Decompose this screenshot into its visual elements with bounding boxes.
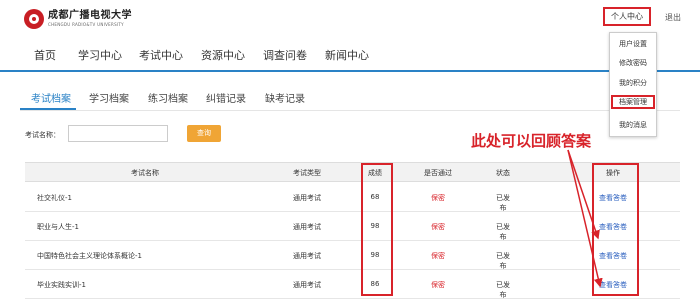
dropdown-item-my-messages[interactable]: 我的消息 xyxy=(610,120,656,130)
score-column-highlight xyxy=(361,163,393,296)
logo-emblem-icon xyxy=(24,9,44,29)
exam-name-cell: 毕业实践实训-1 xyxy=(37,281,86,289)
page: 成都广播电视大学 CHENGDU RADIO&TV UNIVERSITY 个人中… xyxy=(0,0,700,303)
column-header-passed: 是否通过 xyxy=(424,169,452,177)
tab-correction-records[interactable]: 纠错记录 xyxy=(206,90,246,105)
exam-type-cell: 通用考试 xyxy=(293,252,321,260)
dropdown-item-user-settings[interactable]: 用户设置 xyxy=(610,39,656,49)
nav-item-news-center[interactable]: 新闻中心 xyxy=(325,47,369,63)
exam-name-cell: 职业与人生-1 xyxy=(37,223,79,231)
exam-name-cell: 中国特色社会主义理论体系概论-1 xyxy=(37,252,142,260)
passed-cell: 保密 xyxy=(431,281,445,289)
tab-practice-archive[interactable]: 练习档案 xyxy=(148,90,188,105)
table-header: 考试名称 考试类型 成绩 是否通过 状态 操作 xyxy=(25,162,680,182)
column-header-status: 状态 xyxy=(496,169,510,177)
table-row: 职业与人生-1 通用考试 98 保密 已发布 查看答卷 xyxy=(25,212,680,241)
status-cell: 已发布 xyxy=(496,223,510,241)
exam-type-cell: 通用考试 xyxy=(293,281,321,289)
passed-cell: 保密 xyxy=(431,194,445,202)
nav-item-survey[interactable]: 调查问卷 xyxy=(263,47,307,63)
tab-divider xyxy=(20,110,680,111)
university-logo[interactable]: 成都广播电视大学 CHENGDU RADIO&TV UNIVERSITY xyxy=(24,8,132,30)
exam-type-cell: 通用考试 xyxy=(293,194,321,202)
logout-link[interactable]: 退出 xyxy=(665,12,681,23)
nav-item-exam-center[interactable]: 考试中心 xyxy=(139,47,183,63)
nav-item-resource-center[interactable]: 资源中心 xyxy=(201,47,245,63)
exam-name-label: 考试名称： xyxy=(25,131,60,139)
table-row: 社交礼仪-1 通用考试 68 保密 已发布 查看答卷 xyxy=(25,183,680,212)
dropdown-item-archive-management[interactable]: 档案管理 xyxy=(611,95,655,109)
logo-text: 成都广播电视大学 CHENGDU RADIO&TV UNIVERSITY xyxy=(48,11,132,27)
table-row: 中国特色社会主义理论体系概论-1 通用考试 98 保密 已发布 查看答卷 xyxy=(25,241,680,270)
status-cell: 已发布 xyxy=(496,281,510,299)
exam-name-cell: 社交礼仪-1 xyxy=(37,194,72,202)
status-cell: 已发布 xyxy=(496,252,510,270)
dropdown-item-change-password[interactable]: 修改密码 xyxy=(610,58,656,68)
logo-title-en: CHENGDU RADIO&TV UNIVERSITY xyxy=(48,22,124,27)
column-header-exam-type: 考试类型 xyxy=(293,169,321,177)
dropdown-item-my-points[interactable]: 我的积分 xyxy=(610,78,656,88)
query-button[interactable]: 查询 xyxy=(187,125,221,142)
column-header-exam-name: 考试名称 xyxy=(131,169,159,177)
table-row: 毕业实践实训-1 通用考试 86 保密 已发布 查看答卷 xyxy=(25,270,680,299)
review-answers-annotation: 此处可以回顾答案 xyxy=(471,132,592,150)
nav-item-home[interactable]: 首页 xyxy=(34,47,56,63)
passed-cell: 保密 xyxy=(431,252,445,260)
passed-cell: 保密 xyxy=(431,223,445,231)
action-column-highlight xyxy=(592,163,639,296)
user-center-button[interactable]: 个人中心 xyxy=(603,7,651,26)
user-center-dropdown: 用户设置 修改密码 我的积分 档案管理 我的消息 xyxy=(609,32,657,137)
main-nav: 首页 学习中心 考试中心 资源中心 调查问卷 新闻中心 xyxy=(0,38,700,72)
tab-study-archive[interactable]: 学习档案 xyxy=(89,90,129,105)
exam-name-input[interactable] xyxy=(68,125,168,142)
tab-absence-records[interactable]: 缺考记录 xyxy=(265,90,305,105)
logo-title-cn: 成都广播电视大学 xyxy=(48,10,132,21)
exam-type-cell: 通用考试 xyxy=(293,223,321,231)
status-cell: 已发布 xyxy=(496,194,510,212)
nav-item-learning-center[interactable]: 学习中心 xyxy=(78,47,122,63)
tab-exam-archive[interactable]: 考试档案 xyxy=(31,90,71,105)
